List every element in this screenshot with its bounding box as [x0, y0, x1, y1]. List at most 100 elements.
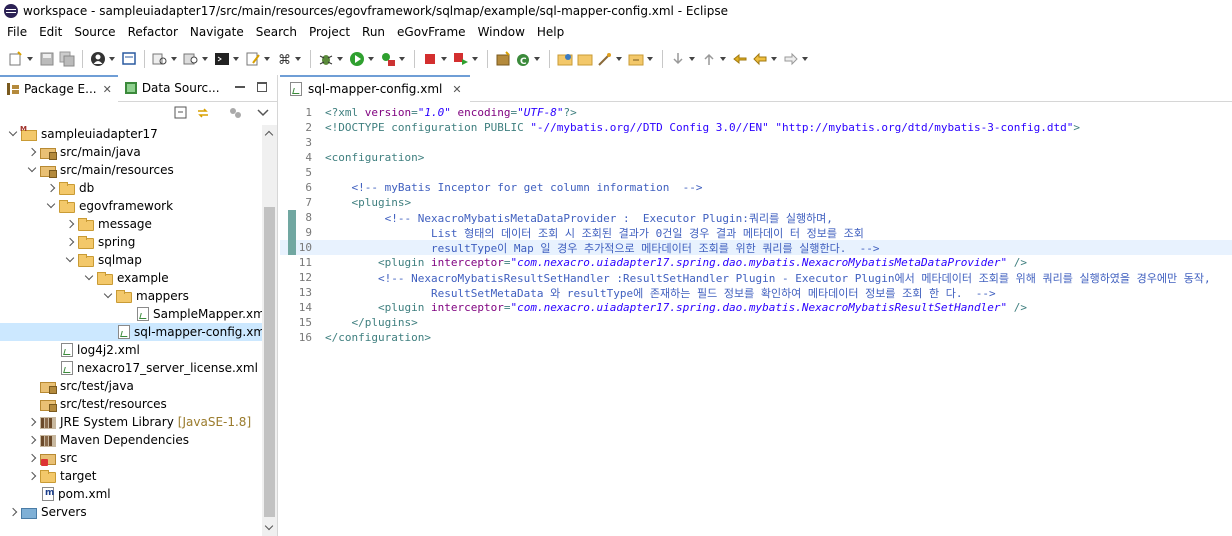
- run-external-icon[interactable]: [380, 51, 396, 67]
- wand-dropdown-icon[interactable]: [616, 57, 622, 61]
- tree-item[interactable]: Servers: [0, 503, 262, 521]
- menu-run[interactable]: Run: [356, 25, 391, 39]
- tree-item[interactable]: example: [0, 269, 262, 287]
- search-dropdown-icon[interactable]: [202, 57, 208, 61]
- menu-egovframe[interactable]: eGovFrame: [391, 25, 472, 39]
- tree-item[interactable]: SampleMapper.xml: [0, 305, 268, 323]
- last-edit-icon[interactable]: [732, 51, 748, 67]
- tree-item[interactable]: nexacro17_server_license.xml: [0, 359, 262, 377]
- collapse-all-icon[interactable]: [174, 106, 188, 120]
- wand-icon[interactable]: [597, 51, 613, 67]
- tree-item[interactable]: src/test/resources: [0, 395, 262, 413]
- open-folder-icon[interactable]: [557, 51, 573, 67]
- filter-icon[interactable]: [228, 106, 242, 120]
- new-class-dropdown-icon[interactable]: [534, 57, 540, 61]
- menu-project[interactable]: Project: [303, 25, 356, 39]
- new-icon[interactable]: [8, 51, 24, 67]
- stop-dropdown-icon[interactable]: [441, 57, 447, 61]
- account-icon[interactable]: [90, 51, 106, 67]
- tree-item[interactable]: db: [0, 179, 262, 197]
- console-icon[interactable]: [121, 51, 137, 67]
- annotation-dropdown-icon[interactable]: [264, 57, 270, 61]
- next-annotation-dropdown-icon[interactable]: [689, 57, 695, 61]
- run-dropdown-icon[interactable]: [368, 57, 374, 61]
- tree-item[interactable]: Maven Dependencies: [0, 431, 262, 449]
- chevron-right-icon[interactable]: [46, 183, 56, 193]
- view-menu-icon[interactable]: [256, 106, 270, 120]
- chevron-right-icon[interactable]: [65, 219, 75, 229]
- tree-scrollbar[interactable]: [262, 125, 277, 536]
- account-dropdown-icon[interactable]: [109, 57, 115, 61]
- chevron-right-icon[interactable]: [27, 435, 37, 445]
- code-line[interactable]: 8 <!-- NexacroMybatisMetaDataProvider : …: [280, 210, 1232, 225]
- tree-item[interactable]: src: [0, 449, 262, 467]
- folder-icon[interactable]: [577, 51, 593, 67]
- open-type-icon[interactable]: [152, 51, 168, 67]
- debug-icon[interactable]: [318, 51, 334, 67]
- maximize-icon[interactable]: [257, 82, 267, 92]
- chevron-right-icon[interactable]: [27, 471, 37, 481]
- code-line[interactable]: 7 <plugins>: [280, 195, 1232, 210]
- close-icon[interactable]: ✕: [452, 83, 461, 96]
- tree-item[interactable]: sql-mapper-config.xml: [0, 323, 268, 341]
- code-line[interactable]: 5: [280, 165, 1232, 180]
- open-type-dropdown-icon[interactable]: [171, 57, 177, 61]
- new-package-icon[interactable]: [495, 51, 511, 67]
- scroll-up-icon[interactable]: [265, 129, 274, 138]
- menu-file[interactable]: File: [0, 25, 33, 39]
- chevron-right-icon[interactable]: [65, 237, 75, 247]
- code-line[interactable]: 6 <!-- myBatis Inceptor for get column i…: [280, 180, 1232, 195]
- scrollbar-thumb[interactable]: [264, 207, 275, 517]
- terminal-icon[interactable]: [214, 51, 230, 67]
- prev-annotation-dropdown-icon[interactable]: [720, 57, 726, 61]
- tab-data-source[interactable]: Data Sourc...: [118, 75, 226, 102]
- tree-item[interactable]: pom.xml: [0, 485, 262, 503]
- code-line[interactable]: 1 <?xml version="1.0" encoding="UTF-8"?>: [280, 105, 1232, 120]
- tree-item[interactable]: src/main/java: [0, 143, 262, 161]
- chevron-right-icon[interactable]: [8, 507, 18, 517]
- debug-dropdown-icon[interactable]: [337, 57, 343, 61]
- code-line[interactable]: 11 <plugin interceptor="com.nexacro.uiad…: [280, 255, 1232, 270]
- tree-item[interactable]: sqlmap: [0, 251, 262, 269]
- back-dropdown-icon[interactable]: [771, 57, 777, 61]
- chevron-right-icon[interactable]: [27, 417, 37, 427]
- tab-sql-mapper-config[interactable]: sql-mapper-config.xml ✕: [280, 74, 470, 102]
- tree-item[interactable]: src/main/resources: [0, 161, 262, 179]
- menu-help[interactable]: Help: [531, 25, 570, 39]
- command-dropdown-icon[interactable]: [295, 57, 301, 61]
- code-line[interactable]: 14 <plugin interceptor="com.nexacro.uiad…: [280, 300, 1232, 315]
- code-line[interactable]: 10 resultType이 Map 일 경우 추가적으로 메타데이터 조회를 …: [280, 240, 1232, 255]
- tree-item[interactable]: sampleuiadapter17: [0, 125, 262, 143]
- run-external-dropdown-icon[interactable]: [399, 57, 405, 61]
- code-line[interactable]: 12 <!-- NexacroMybatisResultSetHandler :…: [280, 270, 1232, 285]
- menu-search[interactable]: Search: [250, 25, 303, 39]
- back-icon[interactable]: [752, 51, 768, 67]
- code-line[interactable]: 16 </configuration>: [280, 330, 1232, 345]
- server-run-icon[interactable]: [453, 51, 469, 67]
- run-icon[interactable]: [349, 51, 365, 67]
- close-icon[interactable]: ✕: [103, 83, 112, 96]
- tree-item[interactable]: JRE System Library [JavaSE-1.8]: [0, 413, 262, 431]
- chevron-right-icon[interactable]: [27, 147, 37, 157]
- open-resource-icon[interactable]: [628, 51, 644, 67]
- tree-item[interactable]: egovframework: [0, 197, 262, 215]
- tree-item[interactable]: mappers: [0, 287, 262, 305]
- forward-dropdown-icon[interactable]: [802, 57, 808, 61]
- prev-annotation-icon[interactable]: [701, 51, 717, 67]
- code-line[interactable]: 9 List 형태의 데이터 조회 시 조회된 결과가 0건일 경우 결과 메타…: [280, 225, 1232, 240]
- tree-item[interactable]: log4j2.xml: [0, 341, 262, 359]
- new-class-icon[interactable]: C: [515, 51, 531, 67]
- stop-icon[interactable]: [422, 51, 438, 67]
- code-line[interactable]: 15 </plugins>: [280, 315, 1232, 330]
- chevron-right-icon[interactable]: [27, 453, 37, 463]
- code-area[interactable]: 1 <?xml version="1.0" encoding="UTF-8"?> 2…: [280, 105, 1232, 345]
- chevron-down-icon[interactable]: [65, 255, 75, 265]
- tree-item[interactable]: target: [0, 467, 262, 485]
- search-icon[interactable]: [183, 51, 199, 67]
- chevron-down-icon[interactable]: [103, 291, 113, 301]
- tab-package-explorer[interactable]: Package E... ✕: [0, 74, 118, 102]
- menu-refactor[interactable]: Refactor: [122, 25, 184, 39]
- code-line[interactable]: 3: [280, 135, 1232, 150]
- tree-item[interactable]: spring: [0, 233, 262, 251]
- save-all-icon[interactable]: [59, 51, 75, 67]
